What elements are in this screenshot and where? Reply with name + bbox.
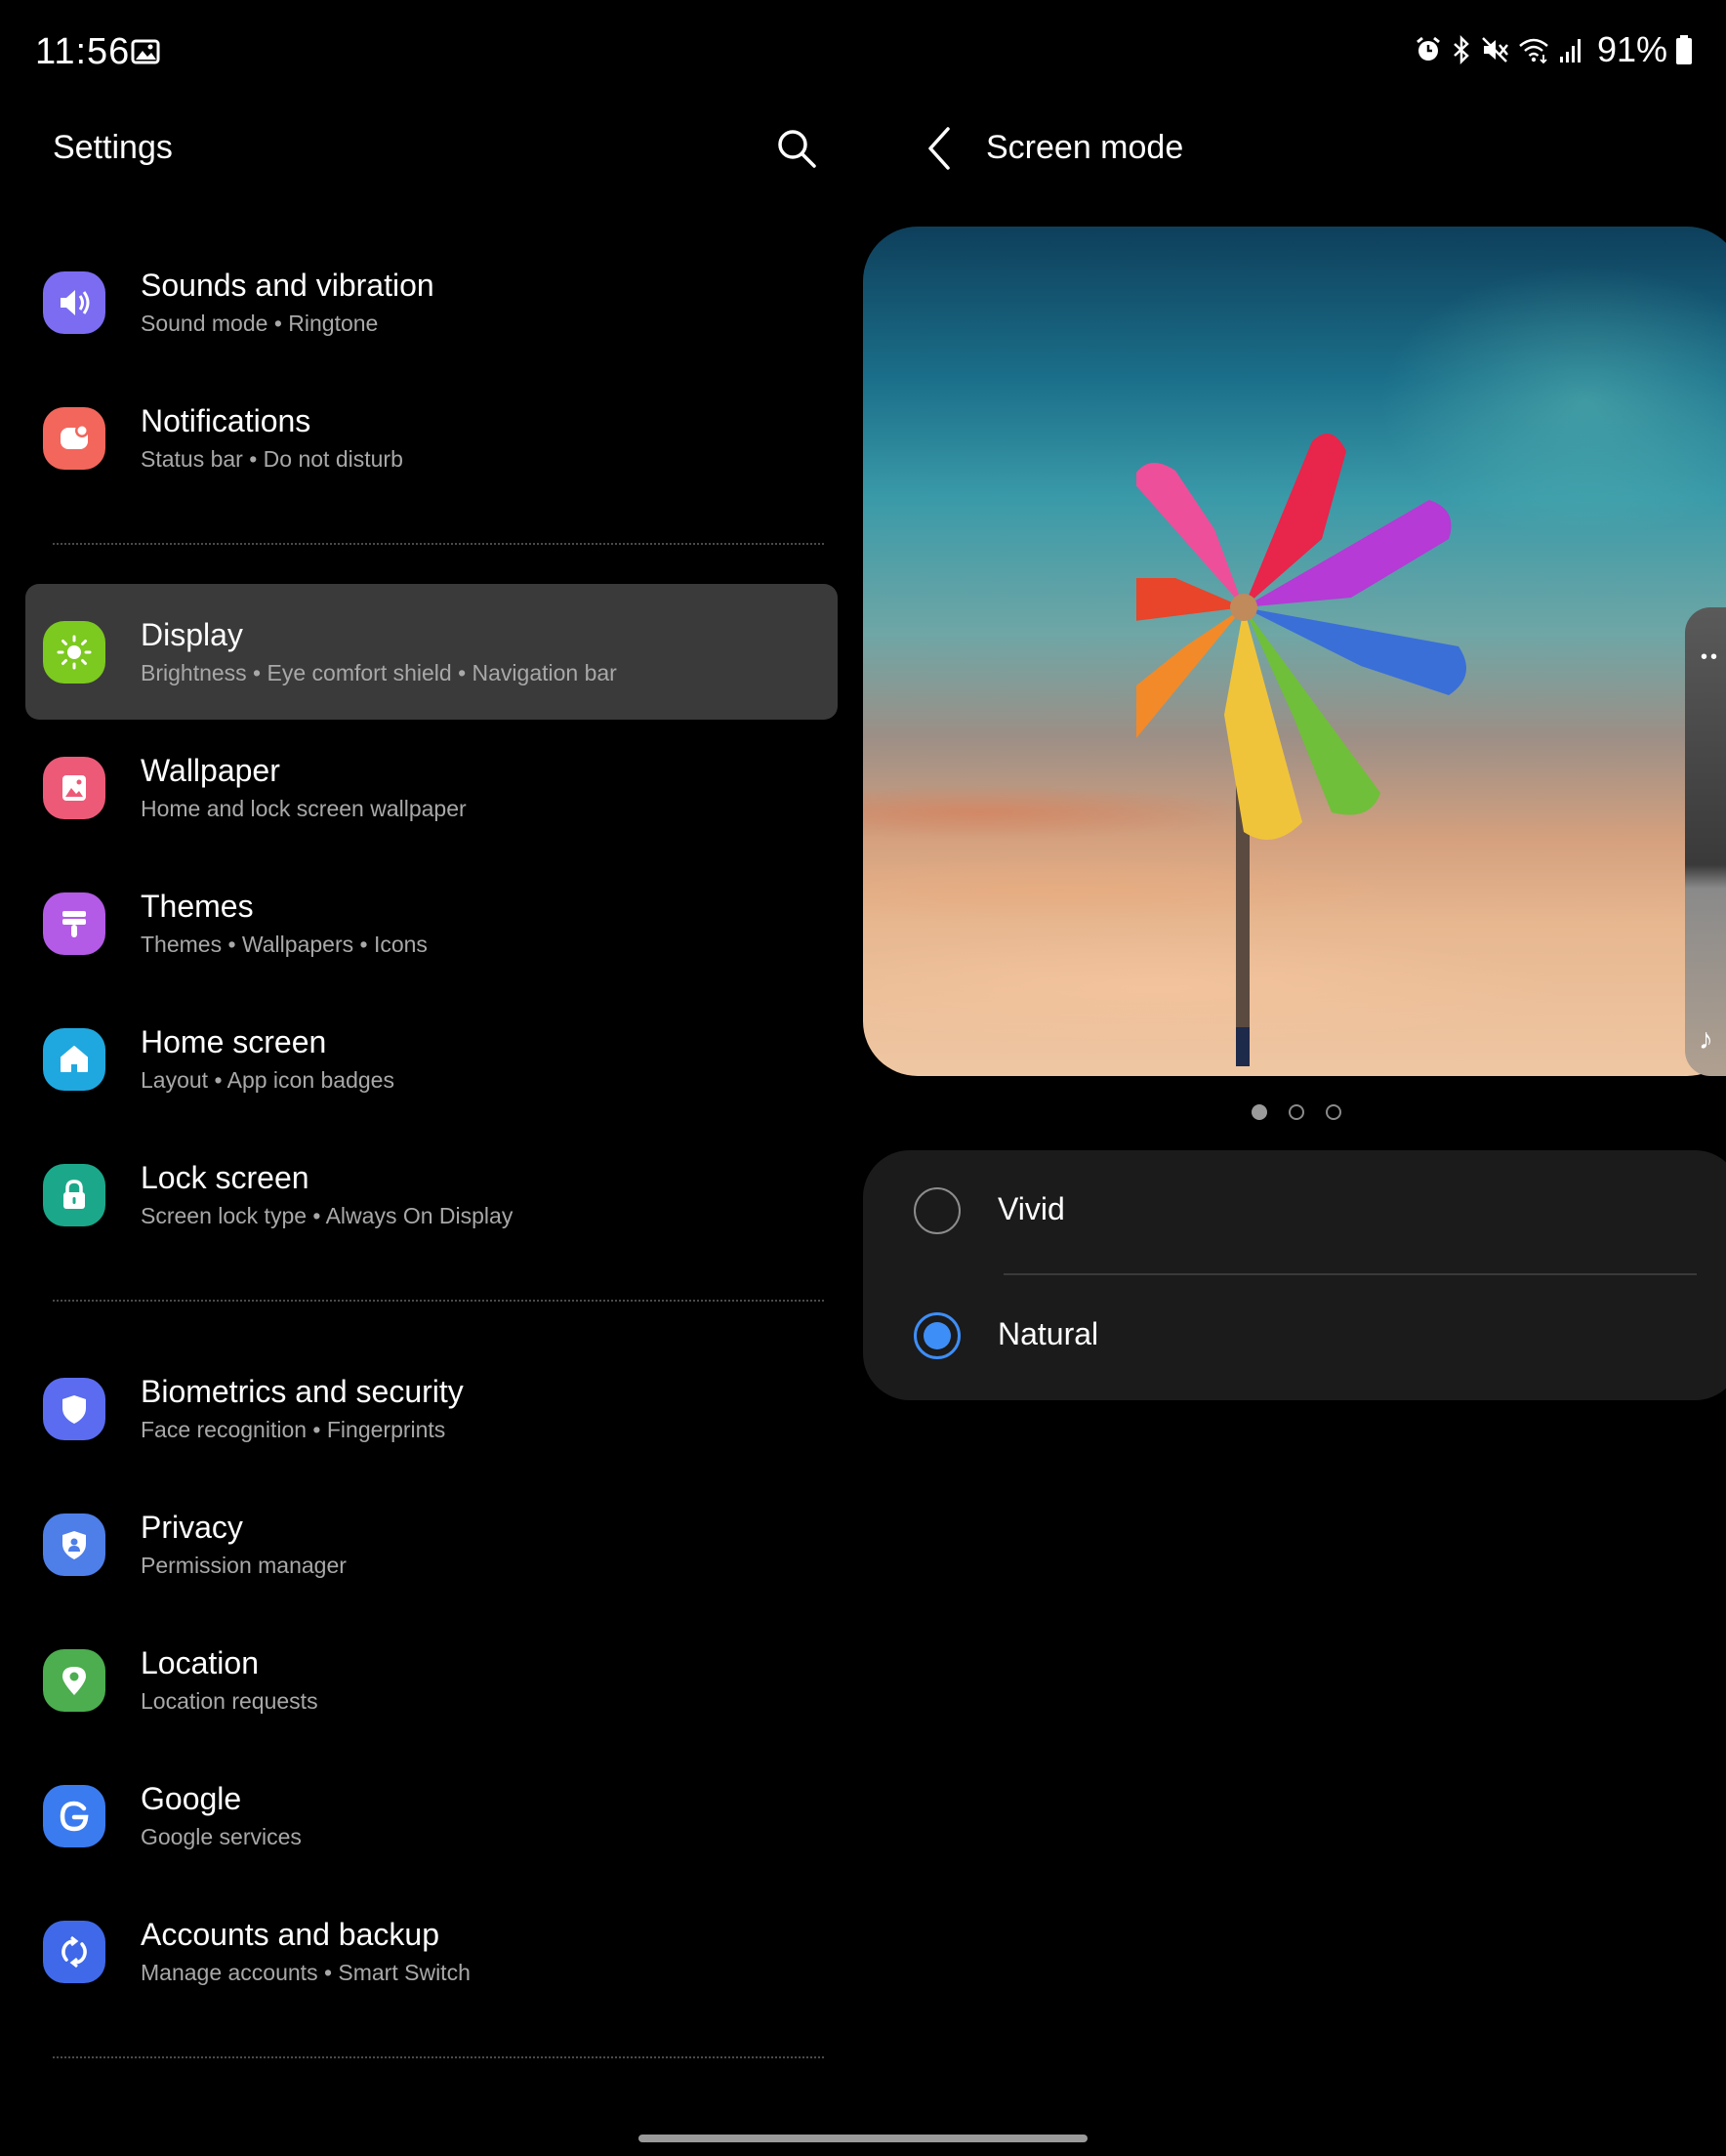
settings-item-notifications[interactable]: Notifications Status bar • Do not disturb [25, 370, 838, 506]
speaker-icon [43, 270, 105, 334]
pager-dot[interactable] [1289, 1104, 1304, 1120]
gallery-icon [131, 39, 160, 64]
section-divider [25, 506, 838, 584]
alarm-icon [1414, 35, 1443, 64]
item-title: Themes [141, 888, 254, 924]
settings-item-home-screen[interactable]: Home screen Layout • App icon badges [25, 991, 838, 1127]
search-icon [778, 130, 816, 168]
more-icon: •• [1701, 646, 1721, 668]
section-divider [25, 1263, 838, 1341]
page-title: Settings [53, 129, 173, 166]
battery-percentage: 91% [1596, 29, 1667, 69]
mute-icon [1480, 35, 1509, 64]
option-label: Natural [998, 1316, 1099, 1351]
location-pin-icon [43, 1648, 105, 1712]
wifi-icon [1517, 35, 1550, 64]
settings-item-biometrics[interactable]: Biometrics and security Face recognition … [25, 1341, 838, 1476]
settings-item-privacy[interactable]: Privacy Permission manager [25, 1476, 838, 1612]
screen-mode-pane: Screen mode •• ♪ Vivid Natural [849, 107, 1726, 2156]
edge-panel-handle[interactable]: •• ♪ [1685, 607, 1726, 1076]
image-icon [43, 756, 105, 819]
item-subtitle: Home and lock screen wallpaper [141, 795, 467, 821]
screen-mode-options: Vivid Natural [863, 1150, 1726, 1400]
settings-pane: Settings Sounds and vibration Sound mode … [0, 107, 849, 2156]
item-title: Lock screen [141, 1159, 309, 1195]
radio-button-selected[interactable] [914, 1312, 961, 1359]
radio-button[interactable] [914, 1187, 961, 1234]
item-subtitle: Google services [141, 1823, 302, 1849]
search-button[interactable] [765, 117, 828, 180]
home-icon [43, 1027, 105, 1091]
item-title: Accounts and backup [141, 1916, 439, 1952]
settings-header: Settings [53, 107, 834, 187]
item-title: Sounds and vibration [141, 267, 434, 303]
status-bar: 11:56 91% [0, 0, 1726, 107]
item-title: Biometrics and security [141, 1373, 464, 1409]
preview-pager [1252, 1104, 1341, 1120]
item-title: Home screen [141, 1023, 327, 1059]
signal-icon [1558, 35, 1585, 64]
settings-item-wallpaper[interactable]: Wallpaper Home and lock screen wallpaper [25, 720, 838, 855]
music-note-icon: ♪ [1699, 1023, 1713, 1056]
page-title: Screen mode [986, 129, 1184, 166]
pinwheel-image [1136, 434, 1466, 1066]
settings-list: Sounds and vibration Sound mode • Rington… [25, 234, 838, 2097]
item-subtitle: Themes • Wallpapers • Icons [141, 931, 428, 957]
item-title: Location [141, 1644, 259, 1680]
item-subtitle: Status bar • Do not disturb [141, 445, 403, 472]
item-subtitle: Permission manager [141, 1552, 347, 1578]
sync-icon [43, 1920, 105, 1983]
status-time: 11:56 [35, 31, 131, 72]
battery-icon [1675, 34, 1693, 65]
item-title: Wallpaper [141, 752, 280, 788]
settings-item-lock-screen[interactable]: Lock screen Screen lock type • Always On … [25, 1127, 838, 1263]
item-subtitle: Face recognition • Fingerprints [141, 1416, 446, 1442]
option-natural[interactable]: Natural [863, 1275, 1726, 1400]
settings-item-google[interactable]: Google Google services [25, 1748, 838, 1884]
home-indicator[interactable] [638, 2135, 1088, 2142]
pager-dot[interactable] [1326, 1104, 1341, 1120]
privacy-shield-icon [43, 1513, 105, 1576]
notification-icon [43, 406, 105, 470]
google-icon [43, 1784, 105, 1847]
item-subtitle: Manage accounts • Smart Switch [141, 1959, 471, 1985]
sun-icon [43, 620, 105, 684]
screen: 11:56 91% Settings Sounds and vibration … [0, 0, 1726, 2156]
chevron-left-icon [928, 127, 950, 170]
option-label: Vivid [998, 1191, 1065, 1226]
item-subtitle: Screen lock type • Always On Display [141, 1202, 514, 1228]
settings-item-location[interactable]: Location Location requests [25, 1612, 838, 1748]
shield-icon [43, 1377, 105, 1440]
status-icons: 91% [1414, 29, 1693, 70]
item-title: Display [141, 616, 243, 652]
option-vivid[interactable]: Vivid [863, 1150, 1726, 1275]
item-title: Google [141, 1780, 242, 1816]
lock-icon [43, 1163, 105, 1226]
settings-item-display[interactable]: Display Brightness • Eye comfort shield •… [25, 584, 838, 720]
item-title: Privacy [141, 1509, 243, 1545]
item-subtitle: Sound mode • Ringtone [141, 310, 379, 336]
back-button[interactable] [912, 121, 966, 176]
item-title: Notifications [141, 402, 311, 438]
settings-item-sounds[interactable]: Sounds and vibration Sound mode • Rington… [25, 234, 838, 370]
bluetooth-icon [1451, 35, 1472, 64]
item-subtitle: Brightness • Eye comfort shield • Naviga… [141, 659, 617, 685]
screen-mode-preview-image[interactable] [863, 227, 1726, 1076]
section-divider [25, 2019, 838, 2097]
pager-dot[interactable] [1252, 1104, 1267, 1120]
brush-icon [43, 891, 105, 955]
item-subtitle: Layout • App icon badges [141, 1066, 394, 1093]
settings-item-themes[interactable]: Themes Themes • Wallpapers • Icons [25, 855, 838, 991]
item-subtitle: Location requests [141, 1687, 318, 1714]
settings-item-accounts[interactable]: Accounts and backup Manage accounts • Sma… [25, 1884, 838, 2019]
